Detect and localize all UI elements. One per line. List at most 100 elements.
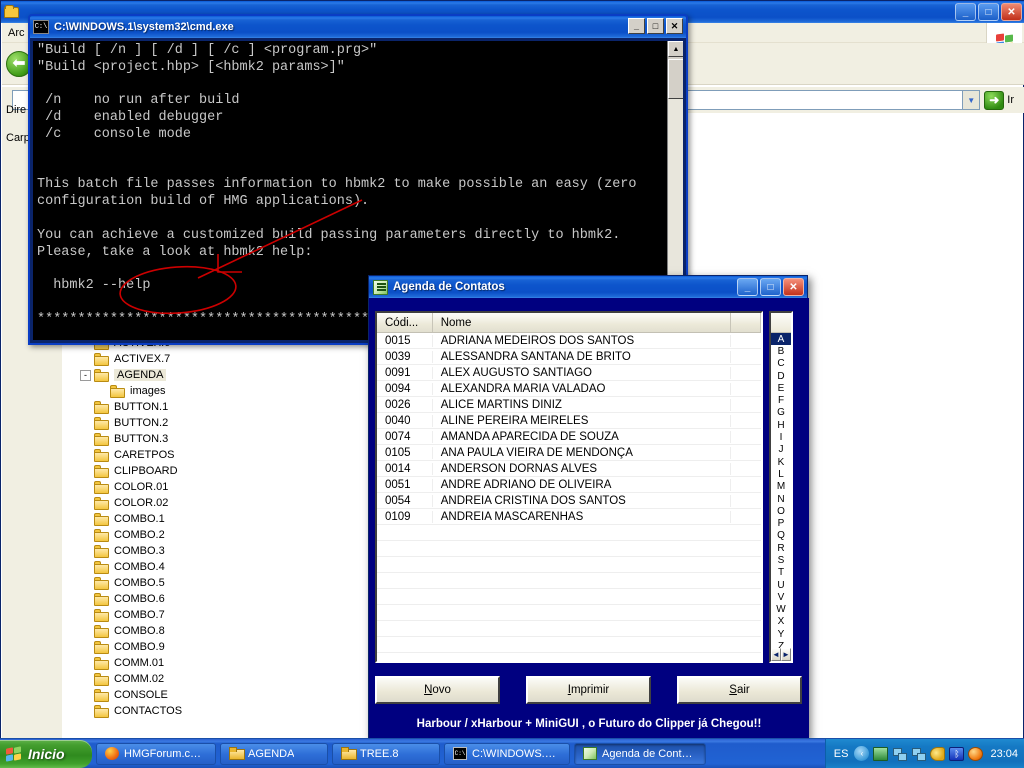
sair-button[interactable]: Sair <box>677 676 802 704</box>
alphabet-item-y[interactable]: Y <box>771 628 791 640</box>
alphabet-next-button[interactable]: ► <box>781 648 791 661</box>
tree-item[interactable]: CONSOLE <box>62 687 286 703</box>
tree-item[interactable]: COLOR.02 <box>62 495 286 511</box>
tree-item[interactable]: COMM.01 <box>62 655 286 671</box>
tree-item[interactable]: BUTTON.2 <box>62 415 286 431</box>
table-row[interactable]: 0091 ALEX AUGUSTO SANTIAGO <box>377 365 761 381</box>
table-row[interactable]: 0026 ALICE MARTINS DINIZ <box>377 397 761 413</box>
alphabet-item-o[interactable]: O <box>771 505 791 517</box>
alphabet-item-k[interactable]: K <box>771 456 791 468</box>
column-header-extra[interactable] <box>731 313 761 332</box>
tree-item[interactable]: COMBO.6 <box>62 591 286 607</box>
table-row[interactable]: 0094 ALEXANDRA MARIA VALADAO <box>377 381 761 397</box>
alphabet-item-n[interactable]: N <box>771 493 791 505</box>
tree-item[interactable]: BUTTON.1 <box>62 399 286 415</box>
table-row[interactable]: 0040 ALINE PEREIRA MEIRELES <box>377 413 761 429</box>
table-row[interactable]: 0039 ALESSANDRA SANTANA DE BRITO <box>377 349 761 365</box>
table-row[interactable]: 0015 ADRIANA MEDEIROS DOS SANTOS <box>377 333 761 349</box>
console-maximize-button[interactable]: □ <box>647 18 664 34</box>
tree-item[interactable]: COMBO.7 <box>62 607 286 623</box>
network-icon[interactable] <box>892 747 908 761</box>
tree-item[interactable]: CONTACTOS <box>62 703 286 719</box>
table-row[interactable] <box>377 621 761 637</box>
alphabet-item-a[interactable]: A <box>771 333 791 346</box>
table-row[interactable] <box>377 653 761 661</box>
alphabet-item-d[interactable]: D <box>771 370 791 382</box>
table-row[interactable]: 0051 ANDRE ADRIANO DE OLIVEIRA <box>377 477 761 493</box>
table-row[interactable] <box>377 573 761 589</box>
tree-item[interactable]: ACTIVEX.7 <box>62 351 286 367</box>
console-titlebar[interactable]: C:\ C:\WINDOWS.1\system32\cmd.exe _ □ ✕ <box>30 16 686 38</box>
agenda-maximize-button[interactable]: □ <box>760 278 781 296</box>
tree-item[interactable]: COMBO.8 <box>62 623 286 639</box>
alphabet-item-i[interactable]: I <box>771 431 791 443</box>
alphabet-item-c[interactable]: C <box>771 358 791 370</box>
table-row[interactable]: 0054 ANDREIA CRISTINA DOS SANTOS <box>377 493 761 509</box>
explorer-minimize-button[interactable]: _ <box>955 3 976 21</box>
alphabet-item-v[interactable]: V <box>771 591 791 603</box>
alphabet-item-u[interactable]: U <box>771 579 791 591</box>
tree-item[interactable]: COMBO.4 <box>62 559 286 575</box>
alphabet-item-t[interactable]: T <box>771 567 791 579</box>
bluetooth-icon[interactable]: ᛒ <box>949 746 965 761</box>
table-row[interactable]: 0105 ANA PAULA VIEIRA DE MENDONÇA <box>377 445 761 461</box>
tray-language-indicator[interactable]: ES <box>834 748 849 760</box>
table-row[interactable]: 0109 ANDREIA MASCARENHAS <box>377 509 761 525</box>
column-header-nome[interactable]: Nome <box>432 313 732 332</box>
menu-item-arquivo[interactable]: Arc <box>2 25 31 41</box>
tree-item[interactable]: COMBO.5 <box>62 575 286 591</box>
console-scroll-thumb[interactable] <box>668 59 683 99</box>
chevron-down-icon[interactable]: ▼ <box>963 90 981 110</box>
tree-item[interactable]: COMBO.3 <box>62 543 286 559</box>
alphabet-prev-button[interactable]: ◄ <box>771 648 781 661</box>
taskbar-item[interactable]: TREE.8 <box>332 742 440 765</box>
alphabet-item-w[interactable]: W <box>771 604 791 616</box>
tray-expand-chevron-icon[interactable]: ‹ <box>854 746 870 761</box>
alphabet-item-g[interactable]: G <box>771 407 791 419</box>
imprimir-button[interactable]: Imprimir <box>526 676 651 704</box>
table-row[interactable]: 0014 ANDERSON DORNAS ALVES <box>377 461 761 477</box>
alphabet-item-j[interactable]: J <box>771 444 791 456</box>
novo-button[interactable]: Novo <box>375 676 500 704</box>
table-row[interactable]: 0074 AMANDA APARECIDA DE SOUZA <box>377 429 761 445</box>
taskbar-item[interactable]: HMGForum.com - ... <box>96 742 216 765</box>
start-button[interactable]: Inicio <box>0 740 92 768</box>
tree-item[interactable]: COLOR.01 <box>62 479 286 495</box>
table-row[interactable] <box>377 589 761 605</box>
alphabet-index-strip[interactable]: ABCDEFGHIJKLMNOPQRSTUVWXYZ ◄ ► <box>769 311 793 663</box>
alphabet-item-s[interactable]: S <box>771 554 791 566</box>
tray-clock[interactable]: 23:04 <box>990 748 1018 760</box>
tree-expander-icon[interactable]: - <box>80 369 91 381</box>
tree-item[interactable]: images <box>62 383 286 399</box>
table-row[interactable] <box>377 605 761 621</box>
agenda-titlebar[interactable]: Agenda de Contatos _ □ ✕ <box>369 276 807 298</box>
table-row[interactable] <box>377 637 761 653</box>
updates-icon[interactable] <box>968 746 984 761</box>
monitor-icon[interactable] <box>873 746 889 761</box>
explorer-maximize-button[interactable]: □ <box>978 3 999 21</box>
alphabet-item-e[interactable]: E <box>771 382 791 394</box>
tree-item[interactable]: CARETPOS <box>62 447 286 463</box>
column-header-codigo[interactable]: Códi... <box>377 313 433 332</box>
table-row[interactable] <box>377 541 761 557</box>
alphabet-item-b[interactable]: B <box>771 345 791 357</box>
go-button[interactable]: ➜ Ir <box>980 90 1022 110</box>
tree-item[interactable]: CLIPBOARD <box>62 463 286 479</box>
alphabet-item-q[interactable]: Q <box>771 530 791 542</box>
tree-item[interactable]: COMM.02 <box>62 671 286 687</box>
network-icon[interactable] <box>911 747 927 761</box>
alphabet-item-f[interactable]: F <box>771 394 791 406</box>
alphabet-item-h[interactable]: H <box>771 419 791 431</box>
table-row[interactable] <box>377 557 761 573</box>
console-close-button[interactable]: ✕ <box>666 18 683 34</box>
agenda-close-button[interactable]: ✕ <box>783 278 804 296</box>
taskbar-item[interactable]: C:\ C:\WINDOWS.1\s... <box>444 742 570 765</box>
alphabet-item-x[interactable]: X <box>771 616 791 628</box>
tree-item[interactable]: COMBO.1 <box>62 511 286 527</box>
key-icon[interactable] <box>930 746 946 761</box>
tree-item[interactable]: COMBO.9 <box>62 639 286 655</box>
tree-item[interactable]: - AGENDA <box>62 367 286 383</box>
alphabet-item-m[interactable]: M <box>771 481 791 493</box>
alphabet-item-r[interactable]: R <box>771 542 791 554</box>
taskbar-item[interactable]: AGENDA <box>220 742 328 765</box>
